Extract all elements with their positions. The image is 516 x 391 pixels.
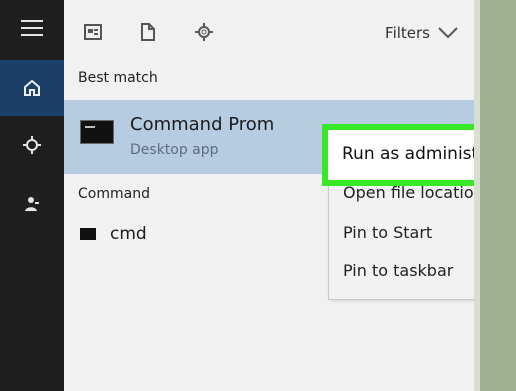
filters-label: Filters (385, 24, 430, 42)
background-strip (474, 0, 516, 391)
cmd-item[interactable]: cmd (64, 218, 264, 254)
settings-icon (23, 136, 41, 154)
document-icon[interactable] (81, 20, 105, 44)
hamburger-icon (21, 20, 43, 36)
settings-button[interactable] (0, 117, 64, 173)
home-button[interactable] (0, 60, 64, 116)
menu-item-pin-to-start[interactable]: Pin to Start (343, 223, 432, 242)
cmd-label: cmd (110, 224, 147, 244)
filters-button[interactable]: Filters (385, 20, 458, 46)
menu-button[interactable] (0, 0, 64, 56)
home-icon (24, 79, 40, 96)
command-section-label: Command (78, 186, 150, 202)
gear-icon[interactable] (192, 20, 216, 44)
cmd-icon (80, 228, 96, 240)
toolbar: Filters (64, 0, 474, 62)
sidebar (0, 0, 64, 391)
best-match-label: Best match (78, 70, 158, 86)
chevron-down-icon (438, 27, 458, 39)
file-icon[interactable] (136, 20, 160, 44)
menu-item-pin-to-taskbar[interactable]: Pin to taskbar (343, 261, 453, 280)
command-prompt-icon (80, 120, 114, 144)
best-match-subtitle: Desktop app (130, 142, 219, 158)
user-icon (25, 197, 39, 211)
best-match-title: Command Prom (130, 114, 275, 135)
search-panel: Filters Best match Command Prom Desktop … (64, 0, 516, 391)
app-frame: Filters Best match Command Prom Desktop … (0, 0, 516, 391)
user-button[interactable] (0, 176, 64, 232)
